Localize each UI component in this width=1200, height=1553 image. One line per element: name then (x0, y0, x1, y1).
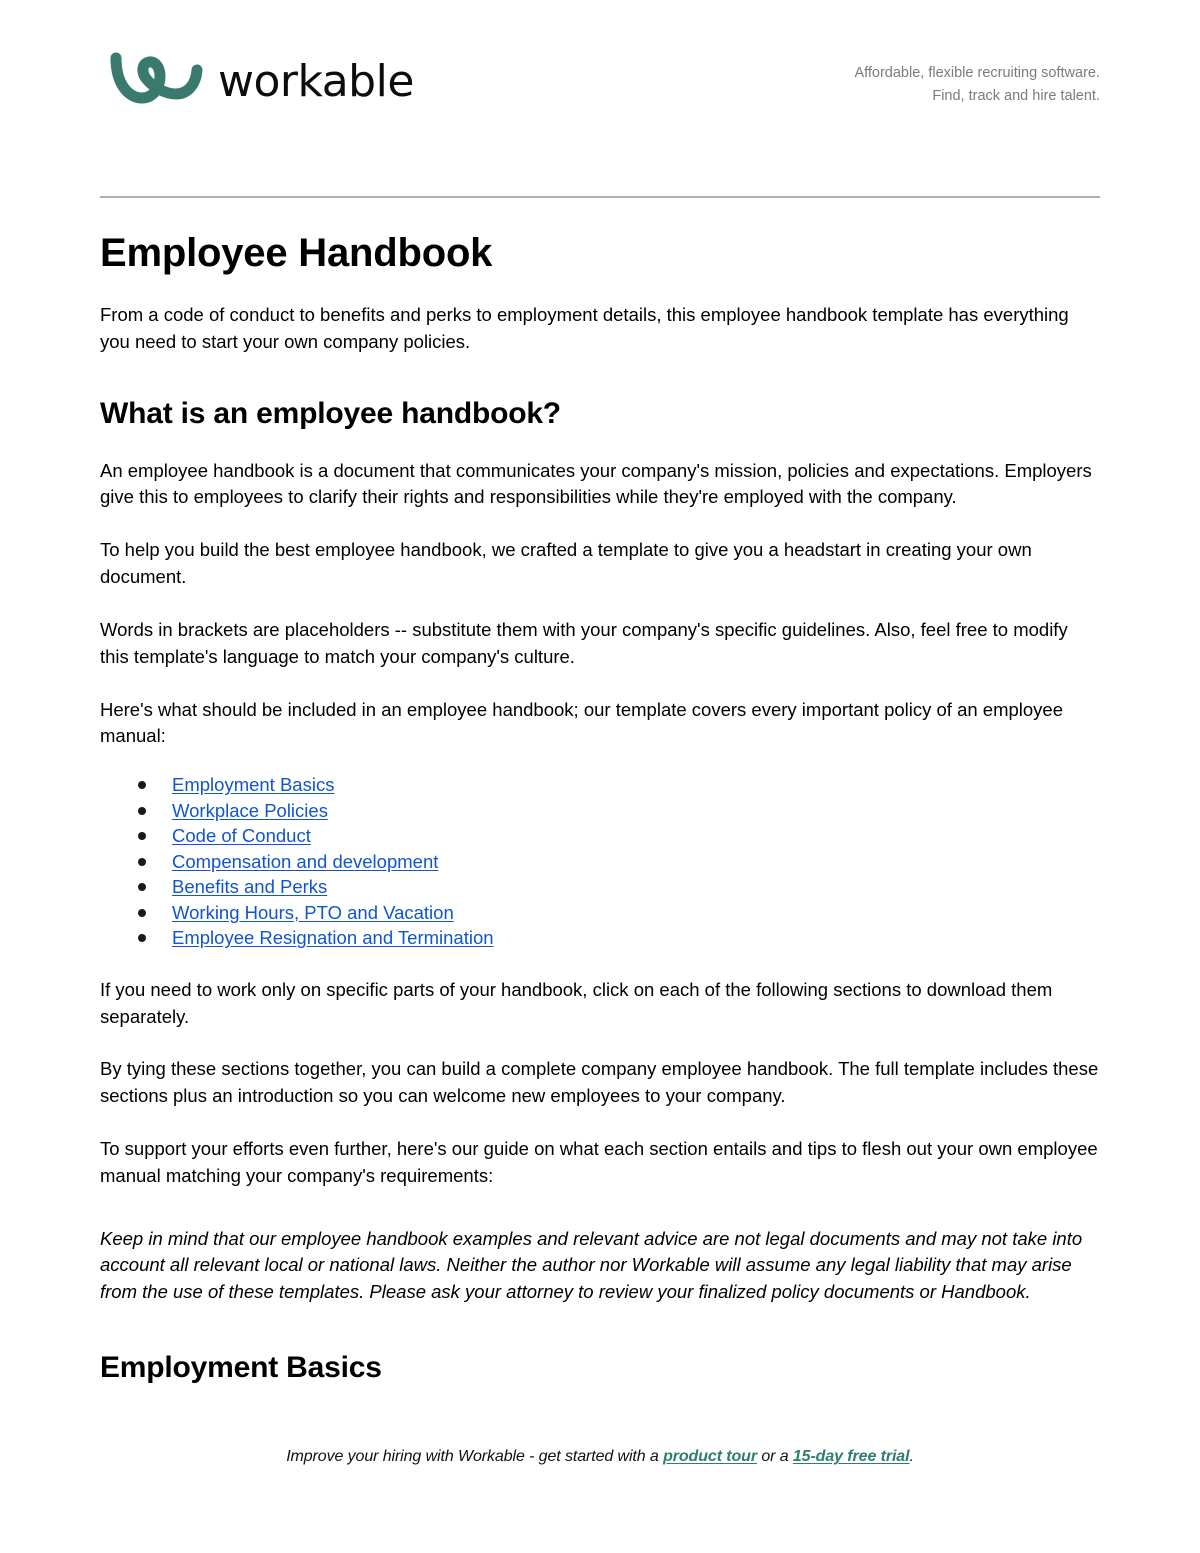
list-item: Code of Conduct (134, 823, 1100, 849)
header-tagline: Affordable, flexible recruiting software… (854, 62, 1100, 108)
tagline-line-2: Find, track and hire talent. (932, 87, 1100, 104)
footer-link-free-trial[interactable]: 15-day free trial (793, 1448, 910, 1465)
page-title: Employee Handbook (100, 231, 493, 275)
paragraph-download-separately: If you need to work only on specific par… (100, 978, 1053, 1027)
paragraph-support-efforts: To support your efforts even further, he… (100, 1137, 1098, 1186)
page-header: workable Affordable, flexible recruiting… (100, 0, 1100, 152)
workable-wordmark: workable (218, 56, 414, 107)
section-link-code-of-conduct[interactable]: Code of Conduct (172, 825, 311, 846)
footer-text-between: or a (756, 1448, 793, 1465)
footer-text-after: . (909, 1448, 914, 1465)
section-link-compensation-and-development[interactable]: Compensation and development (172, 851, 438, 872)
section-link-employment-basics[interactable]: Employment Basics (172, 774, 334, 795)
section-link-working-hours-pto-and-vacation[interactable]: Working Hours, PTO and Vacation (172, 902, 454, 923)
paragraph-definition: An employee handbook is a document that … (100, 459, 1092, 508)
list-item: Employee Resignation and Termination (134, 925, 1100, 951)
footer-link-product-tour[interactable]: product tour (663, 1448, 757, 1465)
document-content: workable Affordable, flexible recruiting… (100, 0, 1100, 1386)
tagline-line-1: Affordable, flexible recruiting software… (854, 65, 1100, 81)
workable-logo[interactable]: workable (108, 52, 414, 108)
legal-disclaimer: Keep in mind that our employee handbook … (100, 1227, 1083, 1303)
list-item: Working Hours, PTO and Vacation (134, 900, 1100, 926)
paragraph-template-help: To help you build the best employee hand… (100, 539, 1032, 588)
section-heading-what-is-an-employee-handbook: What is an employee handbook? (100, 396, 561, 430)
workable-swoosh-logo-icon (110, 52, 203, 104)
intro-paragraph: From a code of conduct to benefits and p… (100, 304, 1069, 352)
section-link-employee-resignation-and-termination[interactable]: Employee Resignation and Termination (172, 927, 494, 948)
paragraph-whats-included: Here's what should be included in an emp… (100, 698, 1064, 747)
section-link-benefits-and-perks[interactable]: Benefits and Perks (172, 876, 327, 897)
page-footer: Improve your hiring with Workable - get … (0, 1448, 1200, 1466)
footer-text-before: Improve your hiring with Workable - get … (286, 1448, 664, 1465)
document-page: workable Affordable, flexible recruiting… (0, 0, 1200, 1553)
paragraph-tying-sections: By tying these sections together, you ca… (100, 1058, 1099, 1107)
list-item: Employment Basics (134, 772, 1100, 798)
section-link-workplace-policies[interactable]: Workplace Policies (172, 800, 328, 821)
header-divider (100, 196, 1100, 198)
section-heading-employment-basics: Employment Basics (100, 1351, 382, 1385)
list-item: Compensation and development (134, 849, 1100, 875)
paragraph-placeholders: Words in brackets are placeholders -- su… (100, 618, 1068, 667)
list-item: Benefits and Perks (134, 874, 1100, 900)
list-item: Workplace Policies (134, 798, 1100, 824)
handbook-sections-list: Employment Basics Workplace Policies Cod… (100, 772, 1100, 951)
